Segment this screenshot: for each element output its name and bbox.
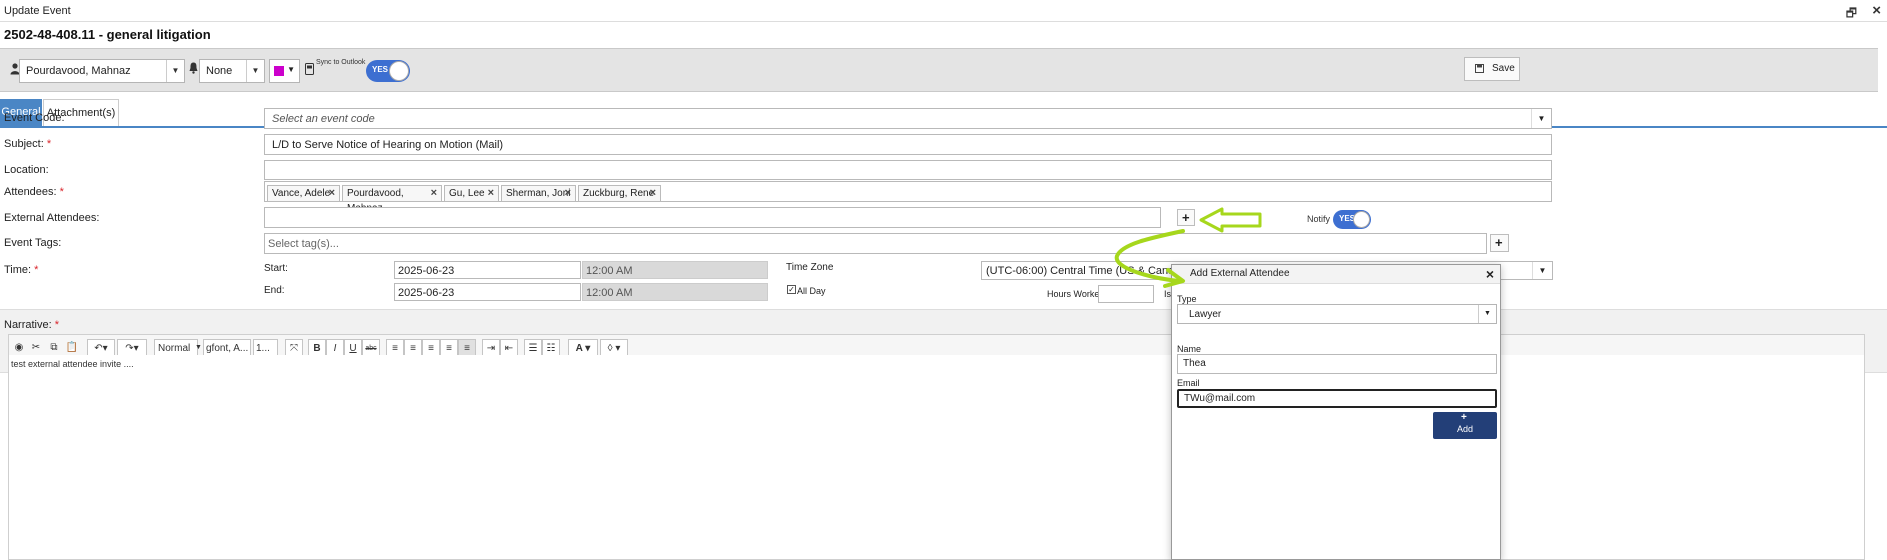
annotation-arrows [1114,207,1262,288]
annotation-arrow-left [1199,207,1262,233]
